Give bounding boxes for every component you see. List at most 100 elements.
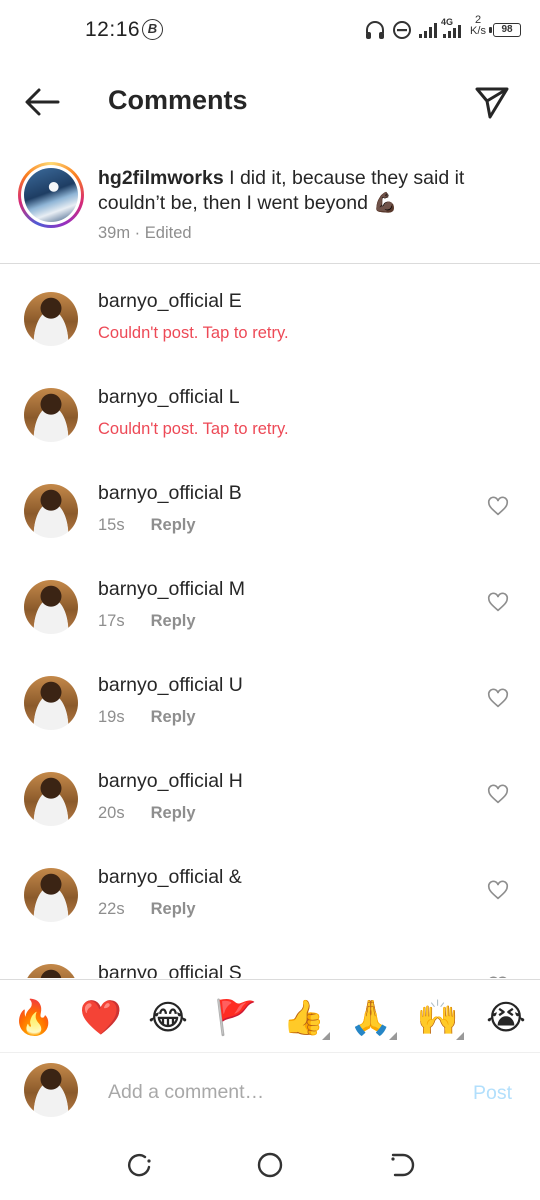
skin-tone-indicator <box>389 1032 397 1040</box>
emoji-reaction-bar: 🔥 ❤️ 😂 🚩 👍 🙏 🙌 😭 <box>0 979 540 1053</box>
commenter-avatar[interactable] <box>24 772 78 826</box>
add-comment-bar: Post <box>0 1054 540 1132</box>
comment-text: barnyo_official U <box>98 674 243 697</box>
comment-time: 15s <box>98 516 125 534</box>
caption-meta: 39m · Edited <box>98 224 192 242</box>
reply-button[interactable]: Reply <box>151 516 196 534</box>
status-time: 12:16 <box>85 18 141 41</box>
battery-icon: 98 <box>489 23 521 37</box>
comment-meta: 15s Reply <box>98 516 196 535</box>
comment-body: U <box>223 674 243 696</box>
comment-username[interactable]: barnyo_official <box>98 578 223 600</box>
comment-body: M <box>223 578 246 600</box>
do-not-disturb-icon <box>393 21 411 39</box>
comment-body: H <box>223 770 243 792</box>
comment-row[interactable]: barnyo_official B 15s Reply <box>0 476 540 572</box>
commenter-avatar[interactable] <box>24 868 78 922</box>
skin-tone-indicator <box>322 1032 330 1040</box>
comment-username[interactable]: barnyo_official <box>98 290 223 312</box>
comment-row[interactable]: barnyo_official M 17s Reply <box>0 572 540 668</box>
author-avatar[interactable] <box>18 162 84 228</box>
reply-button[interactable]: Reply <box>151 708 196 726</box>
retry-post-error[interactable]: Couldn't post. Tap to retry. <box>98 420 289 439</box>
comment-meta: 20s Reply <box>98 804 196 823</box>
comment-text: barnyo_official H <box>98 770 243 793</box>
commenter-avatar[interactable] <box>24 964 78 978</box>
back-nav-icon[interactable] <box>387 1150 417 1180</box>
like-heart-icon[interactable] <box>487 592 509 614</box>
comment-meta: 22s Reply <box>98 900 196 919</box>
comment-username[interactable]: barnyo_official <box>98 962 223 978</box>
comment-time: 22s <box>98 900 125 918</box>
system-nav-bar <box>0 1132 540 1200</box>
fire-emoji-icon[interactable]: 🔥 <box>12 996 56 1040</box>
pray-emoji-icon[interactable]: 🙏 <box>349 996 397 1040</box>
laughing-emoji-icon[interactable]: 😂 <box>146 996 190 1040</box>
comment-username[interactable]: barnyo_official <box>98 482 223 504</box>
crying-emoji-icon[interactable]: 😭 <box>484 996 528 1040</box>
commenter-avatar[interactable] <box>24 292 78 346</box>
post-button[interactable]: Post <box>473 1082 512 1105</box>
comment-row[interactable]: barnyo_official S <box>0 956 540 978</box>
comment-body: & <box>223 866 242 888</box>
reply-button[interactable]: Reply <box>151 900 196 918</box>
commenter-avatar[interactable] <box>24 484 78 538</box>
notification-badge-icon: B <box>142 19 163 40</box>
like-heart-icon[interactable] <box>487 976 509 978</box>
red-flag-emoji-icon[interactable]: 🚩 <box>214 996 258 1040</box>
back-button[interactable] <box>22 82 62 122</box>
comment-row[interactable]: barnyo_official L Couldn't post. Tap to r… <box>0 380 540 476</box>
thumbs-up-emoji-icon[interactable]: 👍 <box>282 996 330 1040</box>
comment-text: barnyo_official S <box>98 962 242 978</box>
comment-row[interactable]: barnyo_official H 20s Reply <box>0 764 540 860</box>
comment-text: barnyo_official L <box>98 386 240 409</box>
comment-body: L <box>223 386 240 408</box>
reply-button[interactable]: Reply <box>151 612 196 630</box>
like-heart-icon[interactable] <box>487 496 509 518</box>
page-title: Comments <box>108 85 248 115</box>
like-heart-icon[interactable] <box>487 784 509 806</box>
reply-button[interactable]: Reply <box>151 804 196 822</box>
caption-username[interactable]: hg2filmworks <box>98 167 224 189</box>
share-button[interactable] <box>473 83 511 121</box>
commenter-avatar[interactable] <box>24 388 78 442</box>
comment-row[interactable]: barnyo_official E Couldn't post. Tap to r… <box>0 284 540 380</box>
network-speed: 2 K/s <box>468 15 488 37</box>
retry-post-error[interactable]: Couldn't post. Tap to retry. <box>98 324 289 343</box>
comment-text: barnyo_official & <box>98 866 242 889</box>
home-icon[interactable] <box>255 1150 285 1180</box>
recent-apps-icon[interactable] <box>125 1150 155 1180</box>
comments-list[interactable]: barnyo_official E Couldn't post. Tap to r… <box>0 280 540 978</box>
network-type: 4G <box>441 17 454 27</box>
like-heart-icon[interactable] <box>487 880 509 902</box>
comment-text: barnyo_official B <box>98 482 242 505</box>
comment-username[interactable]: barnyo_official <box>98 770 223 792</box>
like-heart-icon[interactable] <box>487 688 509 710</box>
comment-body: S <box>223 962 242 978</box>
comment-row[interactable]: barnyo_official U 19s Reply <box>0 668 540 764</box>
comment-text: barnyo_official E <box>98 290 242 313</box>
heart-emoji-icon[interactable]: ❤️ <box>79 996 123 1040</box>
skin-tone-indicator <box>456 1032 464 1040</box>
comment-text: barnyo_official M <box>98 578 245 601</box>
caption-text: hg2filmworks I did it, because they said… <box>98 166 518 216</box>
comment-username[interactable]: barnyo_official <box>98 866 223 888</box>
post-caption: hg2filmworks I did it, because they said… <box>0 150 540 264</box>
comment-username[interactable]: barnyo_official <box>98 386 223 408</box>
commenter-avatar[interactable] <box>24 580 78 634</box>
current-user-avatar <box>24 1063 78 1117</box>
comment-meta: 19s Reply <box>98 708 196 727</box>
comment-time: 20s <box>98 804 125 822</box>
raised-hands-emoji-icon[interactable]: 🙌 <box>416 996 464 1040</box>
comment-time: 19s <box>98 708 125 726</box>
commenter-avatar[interactable] <box>24 676 78 730</box>
comment-input[interactable] <box>108 1078 448 1106</box>
comment-row[interactable]: barnyo_official & 22s Reply <box>0 860 540 956</box>
comment-body: B <box>223 482 242 504</box>
speed-unit: K/s <box>470 25 486 37</box>
comment-username[interactable]: barnyo_official <box>98 674 223 696</box>
comment-body: E <box>223 290 242 312</box>
status-bar: 12:16 B 4G 2 K/s 98 <box>0 0 540 62</box>
header: Comments <box>0 68 540 134</box>
comment-meta: 17s Reply <box>98 612 196 631</box>
